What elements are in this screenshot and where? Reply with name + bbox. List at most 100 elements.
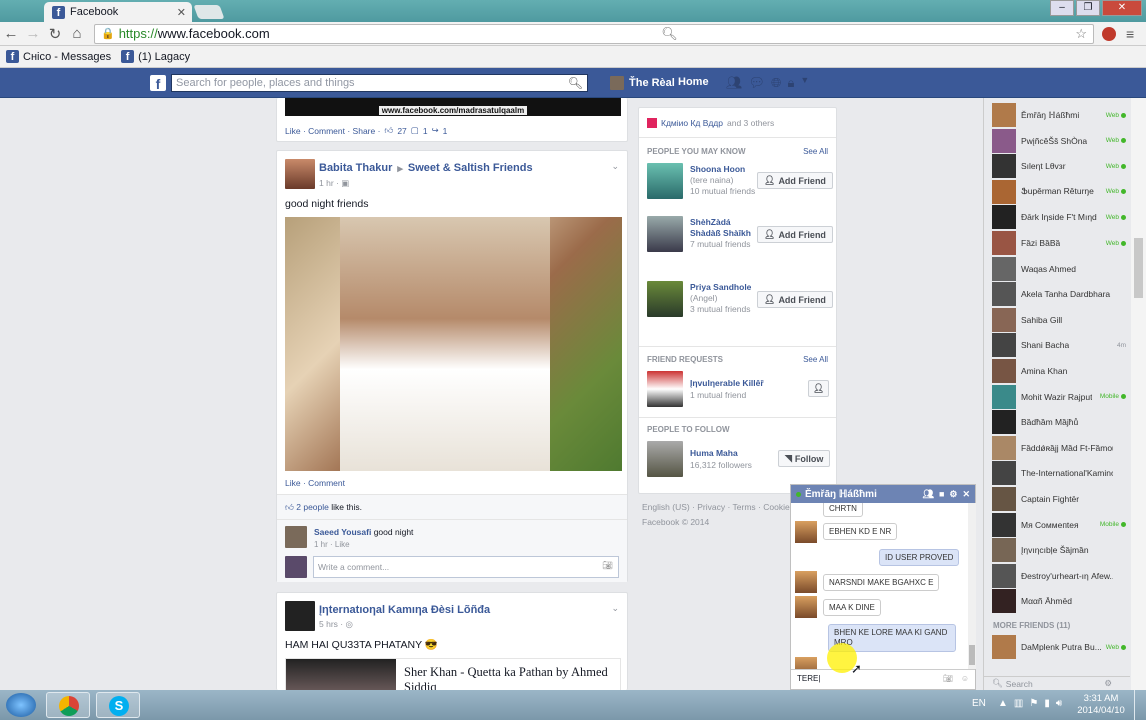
avatar[interactable] [285, 159, 315, 189]
friend-requests-icon[interactable]: 👥︎ [726, 75, 743, 91]
add-friend-button[interactable]: 👤︎ Add Friend [757, 172, 833, 189]
sidebar-friend-item[interactable]: Ĕmřāŋ ℍáßħmi Web [992, 103, 1126, 127]
sidebar-friend-item[interactable]: DaMplenk Putra Bu... Web [992, 635, 1126, 659]
sidebar-friend-item[interactable]: Sahiba Gill [992, 307, 1126, 332]
sidebar-friend-item[interactable]: The-International'Kamino ... [992, 461, 1126, 486]
follow-button[interactable]: ◥ Follow [778, 450, 831, 467]
maximize-icon[interactable]: ❐ [1076, 0, 1100, 16]
back-arrow-icon[interactable]: ← [0, 25, 22, 42]
like-count-icon[interactable]: 👍︎ [384, 125, 393, 136]
confirm-request-button[interactable]: 👤︎ [808, 380, 830, 397]
sidebar-friend-item[interactable]: PwįñcěŠš ShÒna Web [992, 128, 1126, 153]
search-input[interactable]: Search for people, places and things 🔍︎ [171, 74, 588, 92]
see-all-link[interactable]: See All [803, 147, 828, 156]
search-icon[interactable]: 🔍︎ [661, 26, 678, 42]
comment-input[interactable]: Write a comment... 📷︎ [313, 556, 619, 578]
see-all-link[interactable]: See All [803, 355, 828, 364]
sidebar-friend-item[interactable]: Bȁdħȁm Mȁjħů [992, 410, 1126, 435]
sidebar-friend-item[interactable]: Fȁzi BȁBȁ Web [992, 231, 1126, 255]
sidebar-friend-item[interactable]: Shani Bacha 4m [992, 333, 1126, 358]
facebook-logo[interactable]: f [150, 75, 166, 92]
sidebar-friend-item[interactable]: Ðestroy'urheart-ıη Afew... [992, 563, 1126, 588]
minimize-icon[interactable]: – [1050, 0, 1074, 16]
sidebar-friend-item[interactable]: Fȁddǿʀȁjj Mȁd Ft-Fȁmous [992, 435, 1126, 460]
sidebar-friend-item[interactable]: Amina Khan [992, 359, 1126, 383]
sidebar-friend-item[interactable]: Mohit Wazir Rajput Mobile [992, 384, 1126, 409]
sidebar-search[interactable]: 🔍︎ Search ⚙ [984, 676, 1130, 690]
page-scrollbar-thumb[interactable] [1134, 238, 1143, 298]
chevron-down-icon[interactable]: ⌄ [611, 161, 619, 172]
menu-icon[interactable]: ≡ [1126, 26, 1134, 42]
audience-icon[interactable]: ▣ [341, 178, 349, 188]
sidebar-friend-item[interactable]: Akela Tanha Dardbhara ... [992, 282, 1126, 307]
sidebar-friend-item[interactable]: Ðārk Iηside F't Mıηd Web [992, 205, 1126, 230]
battery-icon[interactable]: ▮ [1044, 698, 1050, 709]
home-link[interactable]: Home [678, 76, 709, 88]
add-friend-button[interactable]: 👤︎ Add Friend [757, 226, 833, 243]
sidebar-friend-item[interactable]: Įηvıηcıbļe Šȁjmȁn [992, 538, 1126, 563]
link-preview[interactable]: Sher Khan - Quetta ka Pathan by Ahmed Si… [285, 658, 621, 691]
camera-icon[interactable]: 📷︎ [943, 674, 953, 683]
comment-count-icon[interactable]: ▢ [411, 125, 419, 136]
follow-name[interactable]: Huma Maha [690, 447, 752, 459]
extension-icon[interactable] [1102, 26, 1116, 41]
privacy-lock-icon[interactable]: 🔒︎ [787, 75, 794, 91]
post-author[interactable]: Įηternatıoηal Kamıηa Ðèsi Lõñđa [319, 604, 490, 616]
bookmark-lagacy[interactable]: f (1) Lagacy [121, 50, 190, 63]
emoticon-icon[interactable]: ☺ [961, 674, 969, 683]
pymk-name[interactable]: Shoona Hoon [690, 164, 758, 175]
chat-scrollbar[interactable] [968, 503, 976, 669]
sidebar-friend-item[interactable]: Captain Fightēr [992, 487, 1126, 511]
video-call-icon[interactable]: ■ [939, 489, 944, 500]
address-bar[interactable]: 🔒 https:// www.facebook.com 🔍︎ ☆ [94, 23, 1094, 44]
friend-request-name[interactable]: Įηvulηerable Killêř [690, 377, 764, 389]
chrome-taskbar-button[interactable] [46, 692, 90, 718]
sidebar-friend-item[interactable]: Sıleηt Lθvзr Web [992, 154, 1126, 179]
close-icon[interactable]: ✕ [962, 489, 970, 500]
bookmark-messages[interactable]: f Снісо - Messages [6, 50, 111, 63]
public-globe-icon[interactable]: ◎ [345, 619, 352, 629]
page-scrollbar[interactable] [1131, 98, 1146, 690]
chat-header[interactable]: Ĕmřāŋ ℍáßħmi 👥︎ ■ ⚙ ✕ [791, 485, 975, 503]
sidebar-friend-item[interactable]: Waqas Ahmed [992, 256, 1126, 281]
comment-author[interactable]: Saeed Yousafi [314, 527, 371, 537]
home-icon[interactable]: ⌂ [66, 25, 88, 42]
sidebar-friend-item[interactable]: Mя Соммепtея Mobile [992, 512, 1126, 537]
start-button-icon[interactable] [6, 693, 36, 717]
sidebar-friend-item[interactable]: Mααñ Āhmēd [992, 589, 1126, 614]
pymk-name[interactable]: ShèhZàdá Shàdàß Shàîkh [690, 217, 758, 239]
avatar[interactable] [647, 371, 683, 407]
avatar[interactable] [647, 216, 683, 252]
browser-tab[interactable]: f Facebook ✕ [44, 2, 192, 22]
globe-notifications-icon[interactable]: 🌐︎ [771, 75, 781, 91]
tray-expand-icon[interactable]: ▲ [998, 698, 1008, 709]
post-image[interactable] [285, 217, 622, 471]
new-tab-button[interactable] [193, 5, 225, 19]
reload-icon[interactable]: ↻ [44, 25, 66, 43]
group-name[interactable]: Кдміио Кд Вддр [661, 118, 723, 128]
sidebar-friend-item[interactable]: Ֆupěrman Rěturŋe Web [992, 179, 1126, 204]
chevron-down-icon[interactable]: ▼ [800, 75, 809, 91]
flag-icon[interactable]: ⚑ [1029, 698, 1038, 709]
avatar[interactable] [647, 281, 683, 317]
clock[interactable]: 3:31 AM 2014/04/10 [1076, 693, 1126, 717]
forward-arrow-icon[interactable]: → [22, 25, 44, 42]
avatar[interactable] [647, 441, 683, 477]
messages-icon[interactable]: 💬︎ [749, 75, 766, 91]
avatar[interactable] [285, 526, 307, 548]
comment-meta[interactable]: 1 hr · Like [314, 540, 350, 549]
chat-title[interactable]: Ĕmřāŋ ℍáßħmi [805, 489, 877, 500]
pymk-name[interactable]: Priya Sandhole [690, 282, 758, 293]
network-icon[interactable]: ▥ [1014, 698, 1023, 709]
likes-count[interactable]: 2 people [296, 502, 329, 512]
search-icon[interactable]: 🔍︎ [568, 76, 583, 90]
post-author[interactable]: Babita Thakur [319, 162, 392, 175]
avatar[interactable] [647, 163, 683, 199]
gear-icon[interactable]: ⚙ [949, 489, 957, 500]
gear-icon[interactable]: ⚙ [1104, 678, 1112, 689]
chat-input[interactable]: TERE| 📷︎ ☺ [791, 669, 975, 689]
show-desktop-button[interactable] [1134, 690, 1146, 720]
close-tab-icon[interactable]: ✕ [177, 6, 186, 19]
like-comment-links[interactable]: Like · Comment [285, 478, 345, 488]
like-comment-share-links[interactable]: Like · Comment · Share · [285, 126, 380, 136]
